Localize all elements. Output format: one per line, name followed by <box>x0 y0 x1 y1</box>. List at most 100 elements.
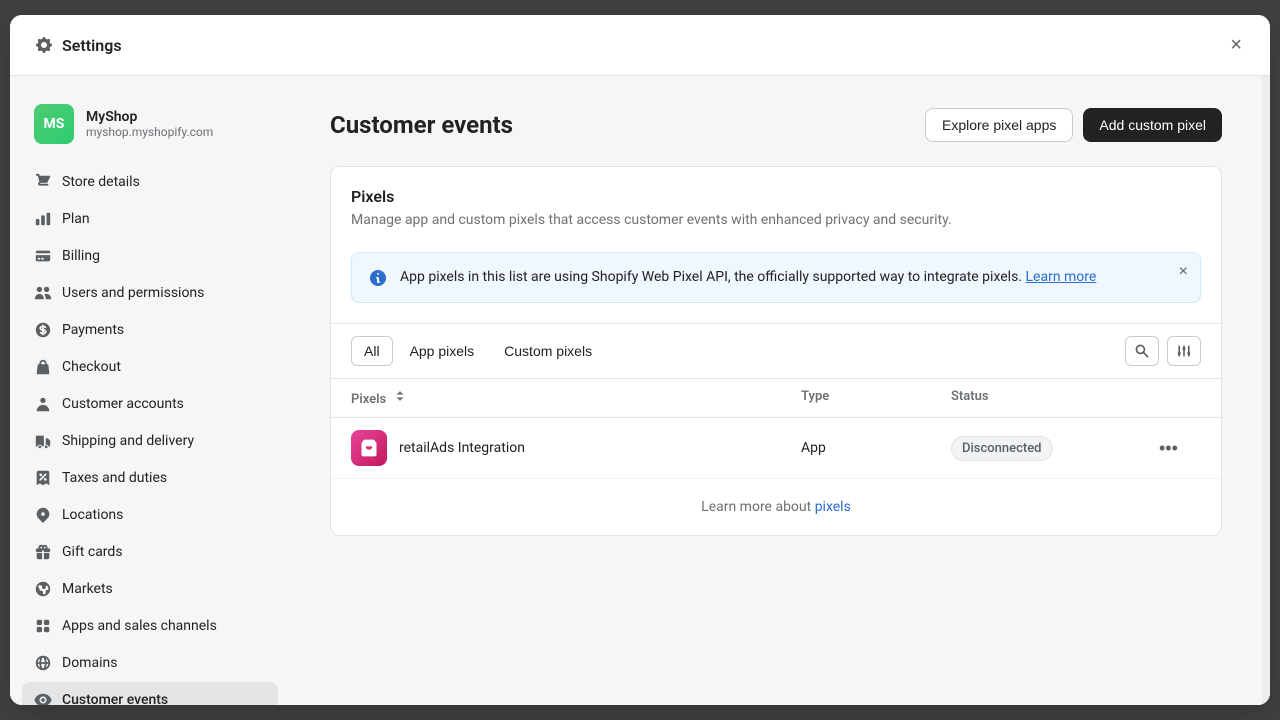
page-title: Customer events <box>330 111 513 139</box>
col-pixels: Pixels <box>351 389 801 407</box>
sidebar-item-checkout[interactable]: Checkout <box>22 349 278 385</box>
pixels-learn-more-link[interactable]: pixels <box>815 499 851 515</box>
sidebar-label-customer-events: Customer events <box>62 692 168 705</box>
sidebar-label-apps: Apps and sales channels <box>62 618 217 634</box>
tab-custom-pixels[interactable]: Custom pixels <box>491 336 605 366</box>
sidebar-label-payments: Payments <box>62 322 124 338</box>
sidebar: MS MyShop myshop.myshopify.com Store det… <box>10 76 290 705</box>
sort-button[interactable] <box>1167 336 1201 366</box>
learn-more-banner-link[interactable]: Learn more <box>1026 269 1097 285</box>
explore-pixel-apps-button[interactable]: Explore pixel apps <box>925 108 1073 142</box>
learn-more-section: Learn more about pixels <box>331 479 1221 535</box>
sidebar-label-locations: Locations <box>62 507 123 523</box>
payments-icon <box>34 321 52 339</box>
shop-url: myshop.myshopify.com <box>86 125 213 139</box>
domains-icon <box>34 654 52 672</box>
filter-actions <box>1125 336 1201 366</box>
sidebar-label-taxes: Taxes and duties <box>62 470 167 486</box>
apps-icon <box>34 617 52 635</box>
table-row: retailAds Integration App Disconnected •… <box>331 418 1221 479</box>
pixel-status-cell: Disconnected <box>951 436 1151 461</box>
modal-close-button[interactable]: × <box>1226 31 1246 59</box>
table-header: Pixels Type Status <box>331 379 1221 418</box>
shipping-icon <box>34 432 52 450</box>
sidebar-item-store-details[interactable]: Store details <box>22 164 278 200</box>
modal-overlay: Settings × MS MyShop myshop.myshopify.co… <box>0 0 1280 720</box>
pixel-app-icon <box>351 430 387 466</box>
status-badge: Disconnected <box>951 436 1053 461</box>
events-icon <box>34 691 52 705</box>
sidebar-item-locations[interactable]: Locations <box>22 497 278 533</box>
section-title: Pixels <box>351 187 1201 206</box>
scrollbar[interactable] <box>1262 76 1270 705</box>
sidebar-item-taxes[interactable]: Taxes and duties <box>22 460 278 496</box>
banner-close-button[interactable]: × <box>1179 263 1188 281</box>
settings-modal: Settings × MS MyShop myshop.myshopify.co… <box>10 15 1270 705</box>
sidebar-item-customer-accounts[interactable]: Customer accounts <box>22 386 278 422</box>
info-icon <box>368 268 388 288</box>
header-actions: Explore pixel apps Add custom pixel <box>925 108 1222 142</box>
section-header: Pixels Manage app and custom pixels that… <box>331 167 1221 252</box>
banner-text: App pixels in this list are using Shopif… <box>400 267 1096 288</box>
plan-icon <box>34 210 52 228</box>
page-header: Customer events Explore pixel apps Add c… <box>330 108 1222 142</box>
sidebar-label-billing: Billing <box>62 248 100 264</box>
main-content: Customer events Explore pixel apps Add c… <box>290 76 1262 705</box>
locations-icon <box>34 506 52 524</box>
filter-tabs: All App pixels Custom pixels <box>331 323 1221 379</box>
sidebar-label-users: Users and permissions <box>62 285 204 301</box>
sidebar-label-plan: Plan <box>62 211 90 227</box>
modal-header: Settings × <box>10 15 1270 76</box>
gift-icon <box>34 543 52 561</box>
sidebar-item-customer-events[interactable]: Customer events <box>22 682 278 705</box>
sidebar-item-apps[interactable]: Apps and sales channels <box>22 608 278 644</box>
checkout-icon <box>34 358 52 376</box>
tab-app-pixels[interactable]: App pixels <box>397 336 488 366</box>
sidebar-item-domains[interactable]: Domains <box>22 645 278 681</box>
sidebar-item-gift-cards[interactable]: Gift cards <box>22 534 278 570</box>
tab-all[interactable]: All <box>351 336 393 366</box>
sidebar-label-domains: Domains <box>62 655 117 671</box>
sidebar-label-store-details: Store details <box>62 174 140 190</box>
col-actions <box>1151 389 1201 407</box>
modal-title: Settings <box>34 35 1226 55</box>
search-icon <box>1134 343 1150 359</box>
pixels-sort-icon[interactable] <box>389 389 407 403</box>
accounts-icon <box>34 395 52 413</box>
pixel-row-name: retailAds Integration <box>399 440 525 456</box>
sidebar-label-checkout: Checkout <box>62 359 121 375</box>
sidebar-item-payments[interactable]: Payments <box>22 312 278 348</box>
sidebar-item-billing[interactable]: Billing <box>22 238 278 274</box>
pixel-type-cell: App <box>801 440 951 456</box>
sidebar-item-users[interactable]: Users and permissions <box>22 275 278 311</box>
shop-name: MyShop <box>86 109 213 125</box>
info-banner: App pixels in this list are using Shopif… <box>351 252 1201 303</box>
sidebar-label-markets: Markets <box>62 581 113 597</box>
section-description: Manage app and custom pixels that access… <box>351 212 1201 228</box>
shop-info: MS MyShop myshop.myshopify.com <box>22 96 278 164</box>
users-icon <box>34 284 52 302</box>
shop-details: MyShop myshop.myshopify.com <box>86 109 213 139</box>
sidebar-item-shipping[interactable]: Shipping and delivery <box>22 423 278 459</box>
sort-icon <box>1176 343 1192 359</box>
sidebar-label-customer-accounts: Customer accounts <box>62 396 184 412</box>
shopping-bag-icon <box>359 438 379 458</box>
sidebar-item-plan[interactable]: Plan <box>22 201 278 237</box>
add-custom-pixel-button[interactable]: Add custom pixel <box>1083 108 1222 142</box>
gear-icon <box>34 35 54 55</box>
search-button[interactable] <box>1125 336 1159 366</box>
markets-icon <box>34 580 52 598</box>
sidebar-label-shipping: Shipping and delivery <box>62 433 194 449</box>
sidebar-label-gift-cards: Gift cards <box>62 544 123 560</box>
pixels-section: Pixels Manage app and custom pixels that… <box>330 166 1222 536</box>
taxes-icon <box>34 469 52 487</box>
col-status: Status <box>951 389 1151 407</box>
pixel-name-cell: retailAds Integration <box>351 430 801 466</box>
row-more-button[interactable]: ••• <box>1151 434 1186 463</box>
billing-icon <box>34 247 52 265</box>
store-icon <box>34 173 52 191</box>
modal-title-text: Settings <box>62 36 122 55</box>
pixel-actions-cell: ••• <box>1151 434 1201 463</box>
avatar: MS <box>34 104 74 144</box>
sidebar-item-markets[interactable]: Markets <box>22 571 278 607</box>
